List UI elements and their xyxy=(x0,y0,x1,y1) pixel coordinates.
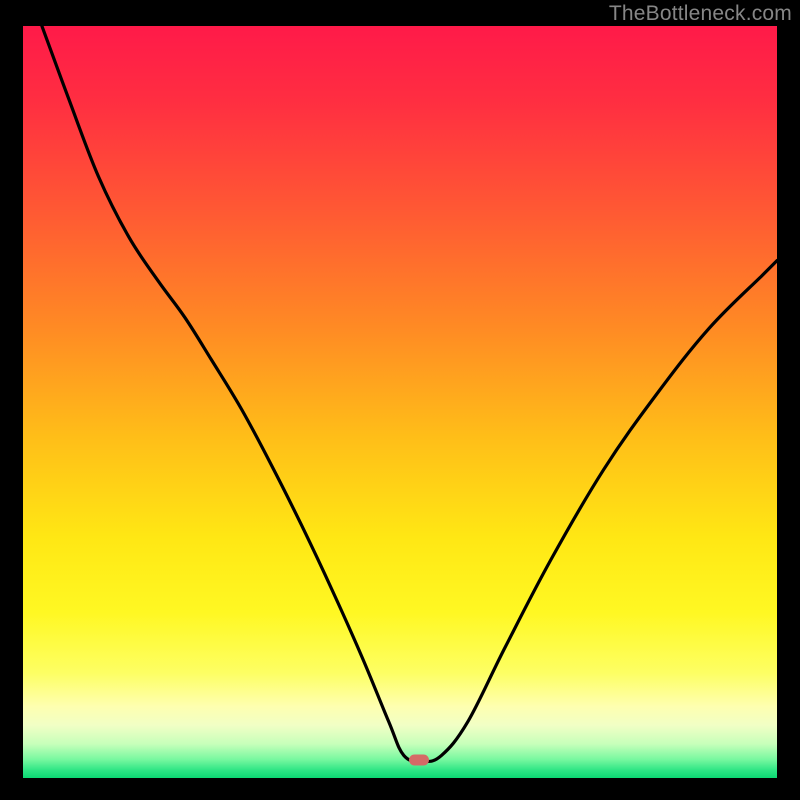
minimum-marker xyxy=(409,754,429,765)
chart-frame: TheBottleneck.com xyxy=(0,0,800,800)
watermark-text: TheBottleneck.com xyxy=(609,2,792,26)
bottleneck-curve xyxy=(23,26,777,778)
plot-area xyxy=(23,26,777,778)
